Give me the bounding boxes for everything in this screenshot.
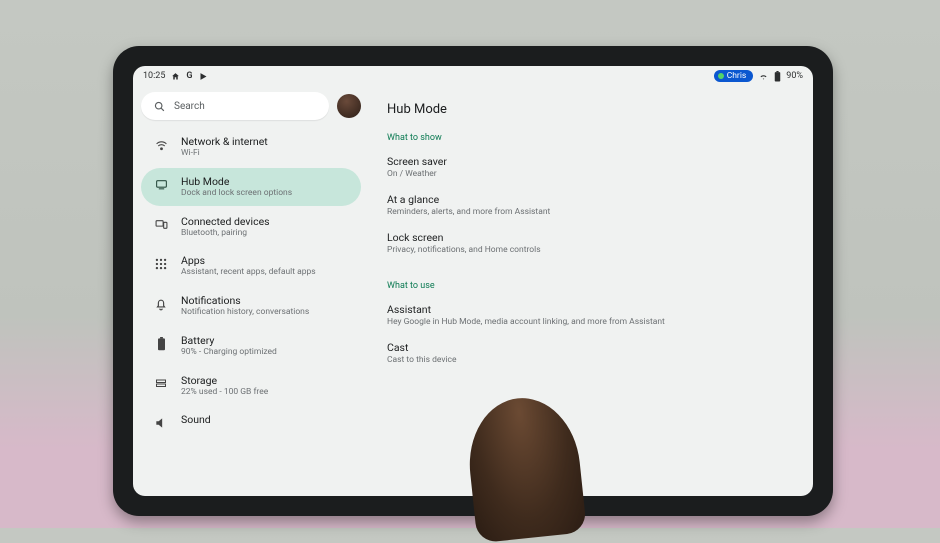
status-bar: 10:25 G Chris 9 bbox=[133, 66, 813, 86]
sidebar-item-label: Apps bbox=[181, 254, 316, 267]
sidebar-item-label: Sound bbox=[181, 413, 211, 426]
sidebar-item-label: Notifications bbox=[181, 294, 309, 307]
setting-cast[interactable]: Cast Cast to this device bbox=[385, 335, 789, 373]
hub-icon bbox=[153, 177, 169, 193]
setting-title: Cast bbox=[387, 341, 787, 354]
screen: 10:25 G Chris 9 bbox=[133, 66, 813, 496]
sidebar-item-apps[interactable]: Apps Assistant, recent apps, default app… bbox=[141, 247, 361, 285]
sidebar-item-label: Storage bbox=[181, 374, 268, 387]
sidebar-item-label: Network & internet bbox=[181, 135, 268, 148]
user-chip[interactable]: Chris bbox=[714, 70, 754, 82]
wifi-icon bbox=[153, 137, 169, 153]
sidebar-item-sound[interactable]: Sound bbox=[141, 406, 361, 438]
sidebar-item-sub: 22% used - 100 GB free bbox=[181, 387, 268, 398]
setting-sub: Cast to this device bbox=[387, 355, 787, 365]
sidebar-item-label: Battery bbox=[181, 334, 277, 347]
battery-icon bbox=[153, 336, 169, 352]
battery-icon bbox=[774, 71, 781, 82]
avatar[interactable] bbox=[337, 94, 361, 118]
setting-sub: Hey Google in Hub Mode, media account li… bbox=[387, 317, 787, 327]
setting-at-a-glance[interactable]: At a glance Reminders, alerts, and more … bbox=[385, 187, 789, 225]
wifi-icon bbox=[758, 72, 769, 81]
setting-title: At a glance bbox=[387, 193, 787, 206]
sidebar-item-battery[interactable]: Battery 90% - Charging optimized bbox=[141, 327, 361, 365]
setting-title: Assistant bbox=[387, 303, 787, 316]
play-icon bbox=[199, 72, 208, 81]
page-title: Hub Mode bbox=[387, 102, 789, 117]
setting-assistant[interactable]: Assistant Hey Google in Hub Mode, media … bbox=[385, 297, 789, 335]
settings-sidebar: Search Network & internet Wi-Fi bbox=[133, 86, 369, 496]
sidebar-item-connected-devices[interactable]: Connected devices Bluetooth, pairing bbox=[141, 208, 361, 246]
setting-sub: Reminders, alerts, and more from Assista… bbox=[387, 207, 787, 217]
sidebar-item-sub: 90% - Charging optimized bbox=[181, 347, 277, 358]
detail-pane: Hub Mode What to show Screen saver On / … bbox=[369, 86, 813, 496]
section-label: What to show bbox=[387, 133, 789, 143]
search-input[interactable]: Search bbox=[141, 92, 329, 120]
setting-sub: Privacy, notifications, and Home control… bbox=[387, 245, 787, 255]
section-label: What to use bbox=[387, 281, 789, 291]
sidebar-item-sub: Assistant, recent apps, default apps bbox=[181, 267, 316, 278]
sidebar-item-label: Hub Mode bbox=[181, 175, 292, 188]
setting-lock-screen[interactable]: Lock screen Privacy, notifications, and … bbox=[385, 225, 789, 263]
status-time: 10:25 bbox=[143, 71, 165, 81]
sidebar-item-notifications[interactable]: Notifications Notification history, conv… bbox=[141, 287, 361, 325]
sidebar-item-network[interactable]: Network & internet Wi-Fi bbox=[141, 128, 361, 166]
search-icon bbox=[153, 100, 166, 113]
sidebar-item-sub: Wi-Fi bbox=[181, 148, 268, 159]
sound-icon bbox=[153, 415, 169, 431]
sidebar-item-storage[interactable]: Storage 22% used - 100 GB free bbox=[141, 367, 361, 405]
sidebar-item-sub: Dock and lock screen options bbox=[181, 188, 292, 199]
setting-sub: On / Weather bbox=[387, 169, 787, 179]
bell-icon bbox=[153, 296, 169, 312]
google-g-icon: G bbox=[186, 71, 192, 81]
presence-dot-icon bbox=[718, 73, 724, 79]
sidebar-item-hub-mode[interactable]: Hub Mode Dock and lock screen options bbox=[141, 168, 361, 206]
search-placeholder: Search bbox=[174, 101, 205, 112]
storage-icon bbox=[153, 376, 169, 392]
setting-title: Lock screen bbox=[387, 231, 787, 244]
apps-icon bbox=[153, 256, 169, 272]
setting-screen-saver[interactable]: Screen saver On / Weather bbox=[385, 149, 789, 187]
sidebar-item-label: Connected devices bbox=[181, 215, 270, 228]
setting-title: Screen saver bbox=[387, 155, 787, 168]
battery-text: 90% bbox=[786, 71, 803, 81]
sidebar-item-sub: Notification history, conversations bbox=[181, 307, 309, 318]
home-icon bbox=[171, 72, 180, 81]
sidebar-item-sub: Bluetooth, pairing bbox=[181, 228, 270, 239]
user-chip-label: Chris bbox=[727, 71, 747, 81]
tablet-frame: 10:25 G Chris 9 bbox=[113, 46, 833, 516]
devices-icon bbox=[153, 217, 169, 233]
